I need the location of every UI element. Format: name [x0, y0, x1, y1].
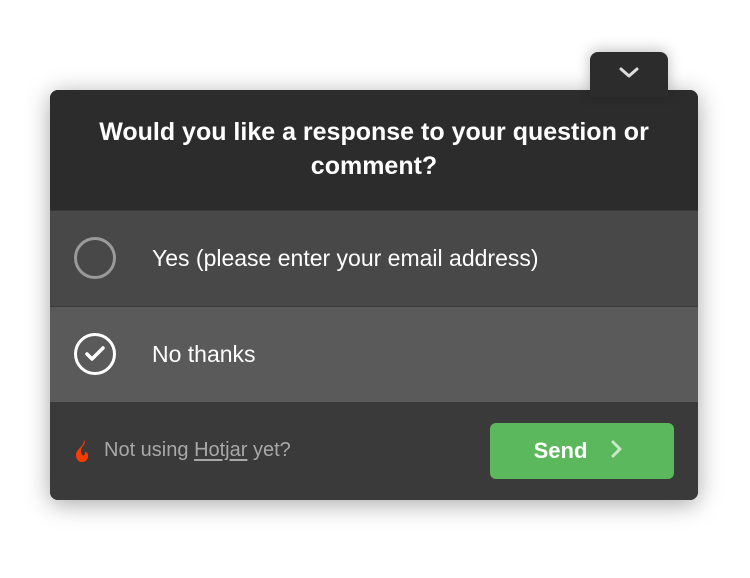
collapse-tab[interactable] [590, 52, 668, 97]
brand-link: Hotjar [194, 439, 247, 461]
widget-footer: Not using Hotjar yet? Send [50, 402, 698, 500]
brand-suffix: yet? [247, 439, 290, 461]
option-no[interactable]: No thanks [50, 306, 698, 402]
option-label: Yes (please enter your email address) [152, 245, 539, 272]
brand-prefix: Not using [104, 439, 194, 461]
hotjar-branding[interactable]: Not using Hotjar yet? [74, 439, 490, 463]
chevron-right-icon [611, 440, 622, 461]
flame-icon [74, 439, 94, 463]
options-list: Yes (please enter your email address) No… [50, 210, 698, 402]
option-yes[interactable]: Yes (please enter your email address) [50, 210, 698, 306]
brand-text: Not using Hotjar yet? [104, 439, 291, 462]
option-label: No thanks [152, 341, 256, 368]
survey-question: Would you like a response to your questi… [86, 116, 662, 184]
radio-unchecked-icon [74, 237, 116, 279]
feedback-widget: Would you like a response to your questi… [50, 90, 698, 500]
radio-checked-icon [74, 333, 116, 375]
send-button[interactable]: Send [490, 423, 674, 479]
chevron-down-icon [618, 65, 640, 84]
send-label: Send [534, 438, 588, 464]
survey-header: Would you like a response to your questi… [50, 90, 698, 210]
